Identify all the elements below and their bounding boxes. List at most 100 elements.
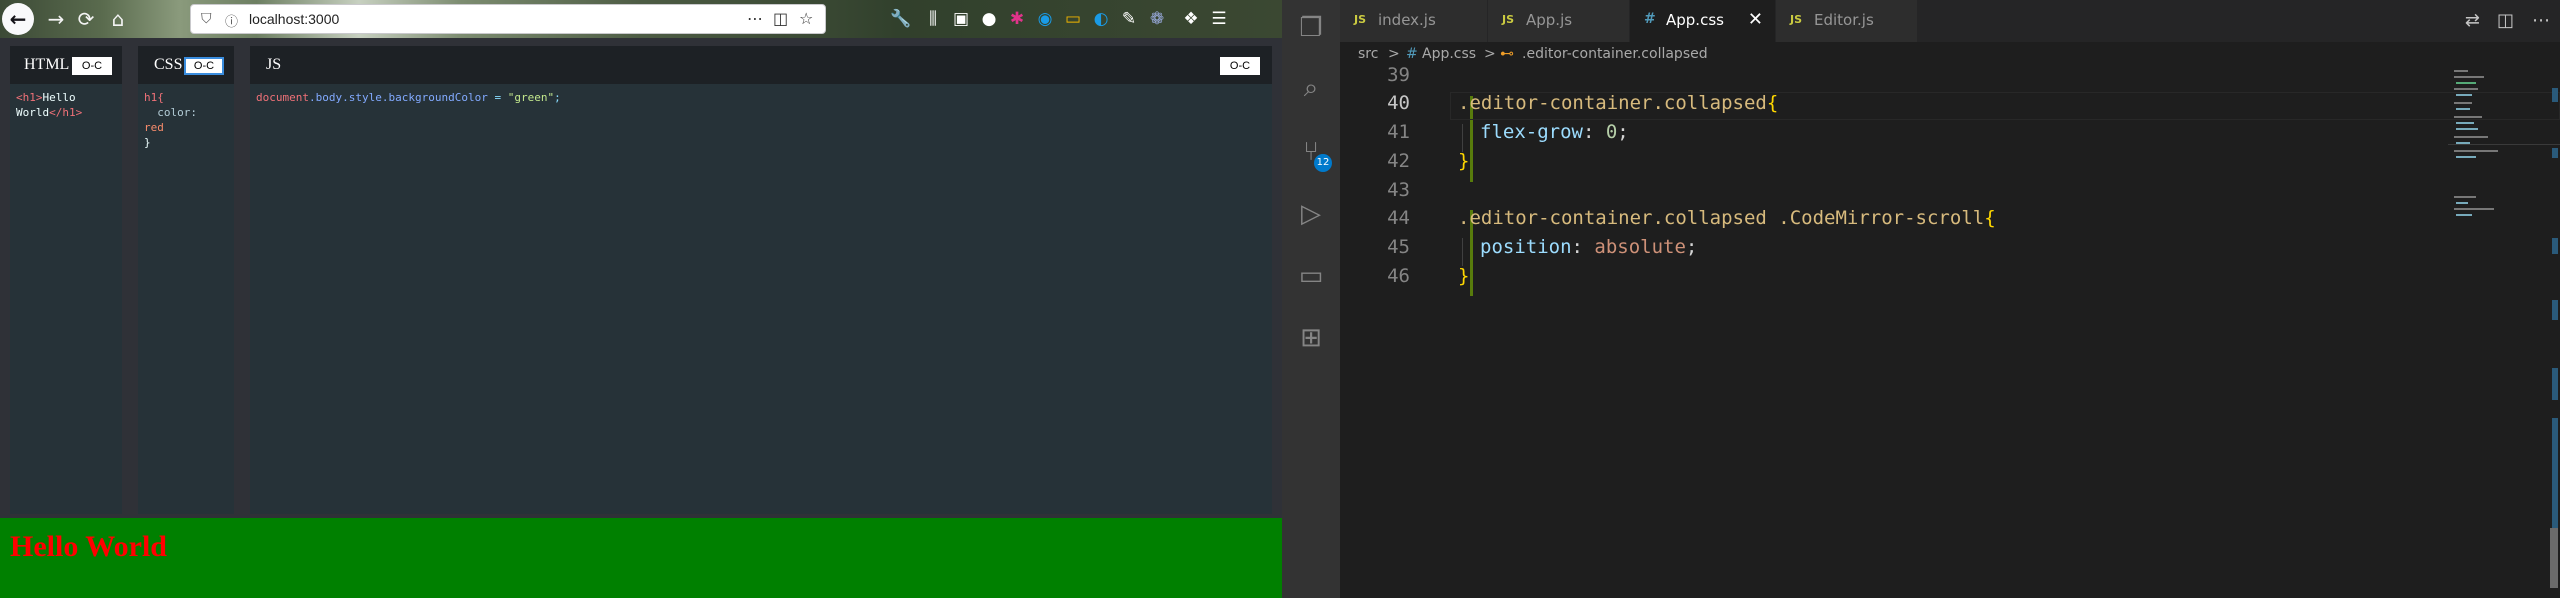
code-token: position xyxy=(1480,236,1572,258)
editor-panes: HTML O-C <h1>Hello World</h1> CSS O-C h1… xyxy=(0,46,1282,518)
minimap-line xyxy=(2454,116,2482,118)
tab-index-js[interactable]: JS index.js xyxy=(1340,0,1488,42)
breadcrumb: src > # App.css > ⊷ .editor-container.co… xyxy=(1340,42,2560,68)
code-token: .body xyxy=(308,91,343,104)
extension-6-icon[interactable]: ✎ xyxy=(1118,8,1140,30)
code-token: = xyxy=(487,91,508,104)
minimap-line xyxy=(2454,88,2478,90)
extensions-icon[interactable]: ❖ xyxy=(1180,8,1202,30)
minimap-line xyxy=(2456,128,2478,130)
menu-icon[interactable]: ☰ xyxy=(1208,8,1230,30)
breadcrumb-file[interactable]: App.css xyxy=(1422,46,1476,62)
extensions-icon[interactable]: ⊞ xyxy=(1295,322,1327,354)
code-token: .backgroundColor xyxy=(381,91,488,104)
minimap-line xyxy=(2454,76,2484,78)
code-token: <h1> xyxy=(16,91,43,104)
css-toggle-button[interactable]: O-C xyxy=(184,57,224,75)
html-pane: HTML O-C <h1>Hello World</h1> xyxy=(10,46,122,514)
extension-3-icon[interactable]: ◉ xyxy=(1034,8,1056,30)
minimap[interactable] xyxy=(2440,68,2560,598)
run-debug-icon[interactable]: ▷ xyxy=(1295,198,1327,230)
page-info-icon[interactable]: ⓘ xyxy=(225,11,238,30)
split-editor-icon[interactable]: ◫ xyxy=(2497,10,2514,31)
search-icon[interactable]: ⌕ xyxy=(1295,72,1327,104)
reload-button[interactable]: ⟳ xyxy=(70,3,102,35)
tab-app-css[interactable]: # App.css ✕ xyxy=(1630,0,1776,42)
line-number: 40 xyxy=(1387,92,1410,114)
extension-5-icon[interactable]: ◐ xyxy=(1090,8,1112,30)
code-token: World xyxy=(16,106,50,119)
code-line-41: flex-grow: 0; xyxy=(1480,121,1629,143)
js-pane: JS O-C document.body.style.backgroundCol… xyxy=(250,46,1272,514)
code-line-45: position: absolute; xyxy=(1480,236,1697,258)
html-pane-header: HTML O-C xyxy=(10,46,122,84)
tab-label: App.css xyxy=(1666,11,1724,29)
shield-icon[interactable]: ⛉ xyxy=(201,11,212,27)
css-pane: CSS O-C h1{ color: red } xyxy=(138,46,234,514)
browser-toolbar: ← → ⟳ ⌂ ⛉ ⓘ localhost:3000 ⋯ ◫ ☆ 🔧 ⫼ ▣ ●… xyxy=(0,0,1282,38)
code-line-40: .editor-container.collapsed{ xyxy=(1458,92,1778,114)
explorer-icon[interactable]: ❐ xyxy=(1295,12,1327,44)
code-token: ; xyxy=(1617,121,1629,143)
tab-label: App.js xyxy=(1526,11,1573,29)
tab-editor-js[interactable]: JS Editor.js xyxy=(1776,0,1918,42)
indent-guide xyxy=(1462,238,1463,266)
scroll-marker xyxy=(2552,418,2558,528)
url-bar[interactable]: ⛉ ⓘ localhost:3000 ⋯ ◫ ☆ xyxy=(190,4,826,34)
more-actions-icon[interactable]: ⋯ xyxy=(2532,10,2550,31)
minimap-line xyxy=(2456,94,2472,96)
home-icon[interactable]: ⌂ xyxy=(102,3,134,35)
line-number: 45 xyxy=(1387,236,1410,258)
code-token: .editor-container.collapsed .CodeMirror-… xyxy=(1458,207,1985,229)
code-token: flex-grow xyxy=(1480,121,1583,143)
sidebar-icon[interactable]: ▣ xyxy=(950,8,972,30)
code-token: ; xyxy=(1685,236,1698,258)
js-file-icon: JS xyxy=(1790,13,1803,26)
css-pane-title: CSS xyxy=(154,56,183,73)
extension-7-icon[interactable]: ❁ xyxy=(1146,8,1168,30)
extension-4-icon[interactable]: ▭ xyxy=(1062,8,1084,30)
css-file-icon: # xyxy=(1406,46,1418,62)
code-editor[interactable]: 39 40 41 42 43 44 45 46 .editor-containe… xyxy=(1340,64,2560,598)
minimap-line xyxy=(2454,70,2468,72)
scroll-marker xyxy=(2552,148,2558,158)
js-pane-title: JS xyxy=(266,56,282,73)
line-number: 43 xyxy=(1387,179,1410,201)
url-text[interactable]: localhost:3000 xyxy=(249,11,339,27)
css-code-editor[interactable]: h1{ color: red } xyxy=(144,90,197,150)
minimap-line xyxy=(2454,196,2476,198)
minimap-line xyxy=(2456,82,2476,84)
minimap-line xyxy=(2456,202,2468,204)
extension-2-icon[interactable]: ✱ xyxy=(1006,8,1028,30)
breadcrumb-symbol[interactable]: .editor-container.collapsed xyxy=(1522,46,1708,62)
open-changes-icon[interactable]: ⇄ xyxy=(2465,10,2480,31)
forward-button[interactable]: → xyxy=(40,3,72,35)
library-icon[interactable]: ⫼ xyxy=(922,8,944,30)
html-code-editor[interactable]: <h1>Hello World</h1> xyxy=(16,90,82,120)
code-line-46: } xyxy=(1458,265,1469,287)
activity-bar: ❐ ⌕ ⑂ 12 ▷ ▭ ⊞ xyxy=(1282,0,1340,598)
code-token: absolute xyxy=(1594,236,1686,258)
code-token: { xyxy=(1984,207,1996,229)
line-number: 46 xyxy=(1387,265,1410,287)
html-toggle-button[interactable]: O-C xyxy=(72,57,112,75)
remote-explorer-icon[interactable]: ▭ xyxy=(1295,260,1327,292)
editor-tabs: JS index.js JS App.js # App.css ✕ JS Edi… xyxy=(1340,0,2560,42)
js-code-editor[interactable]: document.body.style.backgroundColor = "g… xyxy=(256,90,561,105)
scrollbar-thumb[interactable] xyxy=(2550,528,2558,588)
symbol-icon: ⊷ xyxy=(1500,46,1514,62)
tab-app-js[interactable]: JS App.js xyxy=(1488,0,1630,42)
js-toggle-button[interactable]: O-C xyxy=(1220,57,1260,75)
line-number: 41 xyxy=(1387,121,1410,143)
breadcrumb-folder[interactable]: src xyxy=(1358,46,1378,62)
back-button[interactable]: ← xyxy=(2,3,34,35)
minimap-line xyxy=(2454,136,2488,138)
code-token: h1{ xyxy=(144,91,164,104)
extension-1-icon[interactable]: ● xyxy=(978,8,1000,30)
close-icon[interactable]: ✕ xyxy=(1748,9,1763,30)
more-actions-icon[interactable]: ⋯ xyxy=(747,9,763,28)
star-icon[interactable]: ☆ xyxy=(799,9,813,28)
browser-window: ← → ⟳ ⌂ ⛉ ⓘ localhost:3000 ⋯ ◫ ☆ 🔧 ⫼ ▣ ●… xyxy=(0,0,1282,598)
pocket-icon[interactable]: ◫ xyxy=(773,9,788,28)
wrench-icon[interactable]: 🔧 xyxy=(890,8,912,30)
